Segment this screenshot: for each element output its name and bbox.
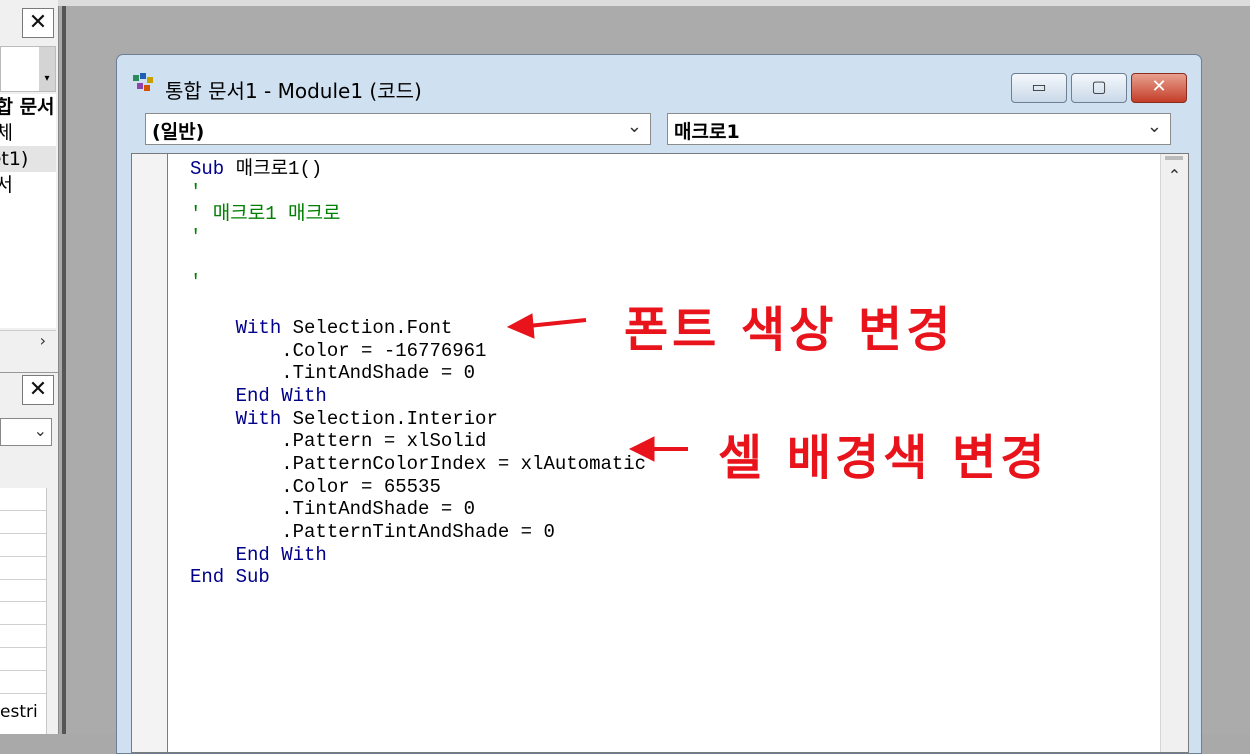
arrow-bg-head (628, 436, 655, 462)
arrow-font-line (527, 318, 587, 328)
arrow-font-head (506, 313, 535, 339)
annotation-arrows (506, 313, 688, 462)
